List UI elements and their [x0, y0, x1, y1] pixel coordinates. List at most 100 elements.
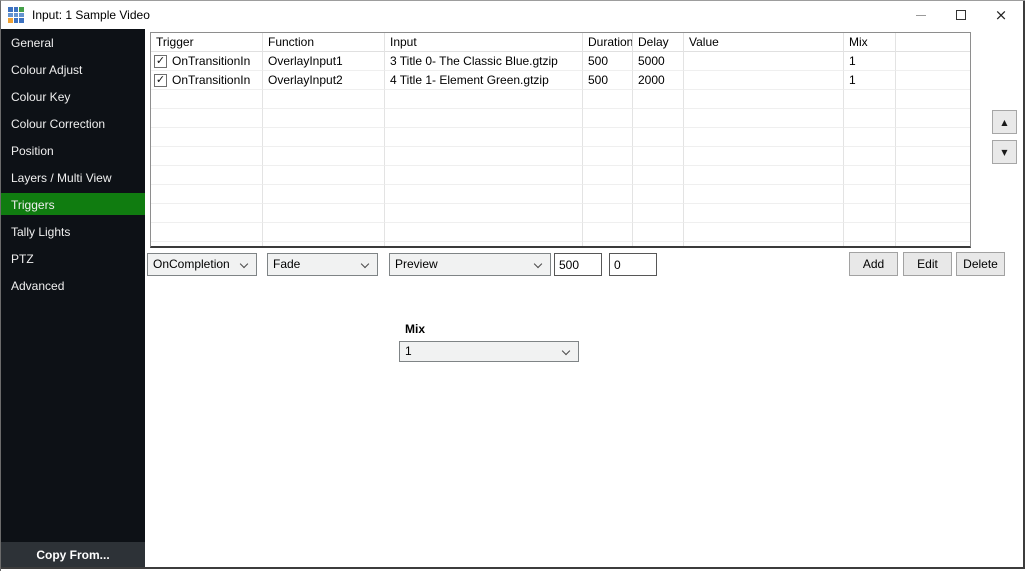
table-cell: [385, 185, 583, 204]
minimize-button: [901, 1, 941, 29]
column-header: Mix: [844, 33, 896, 52]
table-cell: [844, 242, 896, 248]
trigger-checkbox[interactable]: ✓: [154, 74, 167, 87]
table-row-empty[interactable]: [151, 204, 970, 223]
function-select-value: Fade: [273, 257, 300, 271]
trigger-checkbox[interactable]: ✓: [154, 55, 167, 68]
table-cell: [633, 242, 684, 248]
table-cell: [633, 147, 684, 166]
sidebar-item-colour-correction[interactable]: Colour Correction: [1, 110, 145, 137]
sidebar-item-colour-key[interactable]: Colour Key: [1, 83, 145, 110]
table-row-empty[interactable]: [151, 166, 970, 185]
edit-button[interactable]: Edit: [903, 252, 952, 276]
column-header: Input: [385, 33, 583, 52]
sidebar-item-advanced[interactable]: Advanced: [1, 272, 145, 299]
chevron-down-icon: [534, 260, 542, 268]
table-cell: [583, 147, 633, 166]
down-arrow-icon: ▼: [1001, 148, 1007, 157]
window-bottom-border: [1, 567, 1025, 569]
table-cell: [583, 166, 633, 185]
table-cell: ✓ OnTransitionIn: [151, 52, 263, 71]
table-cell: [583, 185, 633, 204]
table-cell: [151, 128, 263, 147]
close-button[interactable]: ×: [981, 1, 1021, 29]
function-select[interactable]: Fade: [267, 253, 378, 276]
table-cell: [684, 223, 844, 242]
sidebar-item-label: Colour Adjust: [11, 63, 82, 77]
table-cell: [896, 71, 970, 90]
sidebar-item-colour-adjust[interactable]: Colour Adjust: [1, 56, 145, 83]
table-cell: [263, 90, 385, 109]
column-header: [896, 33, 970, 52]
table-cell: [583, 90, 633, 109]
table-cell: [896, 242, 970, 248]
table-row-empty[interactable]: [151, 128, 970, 147]
table-cell: [844, 223, 896, 242]
table-cell: [385, 223, 583, 242]
trigger-select-value: OnCompletion: [153, 257, 230, 271]
table-cell: 4 Title 1- Element Green.gtzip: [385, 71, 583, 90]
sidebar-item-layers-multi-view[interactable]: Layers / Multi View: [1, 164, 145, 191]
table-cell: [263, 242, 385, 248]
table-cell: [151, 185, 263, 204]
maximize-icon: [956, 10, 966, 20]
sidebar-item-label: Triggers: [11, 198, 55, 212]
column-header: Duration: [583, 33, 633, 52]
edit-button-label: Edit: [917, 257, 938, 271]
table-row-empty[interactable]: [151, 185, 970, 204]
input-select[interactable]: Preview: [389, 253, 551, 276]
sidebar-item-label: Position: [11, 144, 54, 158]
table-header: TriggerFunctionInputDurationDelayValueMi…: [151, 33, 970, 52]
table-cell: [844, 147, 896, 166]
table-cell: [263, 128, 385, 147]
sidebar-item-general[interactable]: General: [1, 29, 145, 56]
column-header: Trigger: [151, 33, 263, 52]
trigger-select[interactable]: OnCompletion: [147, 253, 257, 276]
table-cell: [684, 52, 844, 71]
table-cell: [896, 90, 970, 109]
copy-from-button[interactable]: Copy From...: [1, 542, 145, 568]
sidebar-item-label: Colour Key: [11, 90, 70, 104]
table-cell: 1: [844, 52, 896, 71]
table-row-empty[interactable]: [151, 147, 970, 166]
table-cell: [633, 128, 684, 147]
table-row-empty[interactable]: [151, 90, 970, 109]
table-cell: [633, 109, 684, 128]
app-icon: [8, 7, 24, 23]
duration-input[interactable]: [554, 253, 602, 276]
table-row-empty[interactable]: [151, 223, 970, 242]
mix-select[interactable]: 1: [399, 341, 579, 362]
move-down-button[interactable]: ▼: [992, 140, 1017, 164]
table-cell: [896, 204, 970, 223]
table-cell: [263, 223, 385, 242]
table-row-empty[interactable]: [151, 242, 970, 248]
table-cell: [684, 90, 844, 109]
sidebar-item-position[interactable]: Position: [1, 137, 145, 164]
sidebar-item-ptz[interactable]: PTZ: [1, 245, 145, 272]
table-row[interactable]: ✓OnTransitionInOverlayInput13 Title 0- T…: [151, 52, 970, 71]
titlebar: Input: 1 Sample Video ×: [1, 1, 1025, 29]
sidebar-item-triggers[interactable]: Triggers: [1, 191, 145, 218]
table-cell: [684, 128, 844, 147]
table-row-empty[interactable]: [151, 109, 970, 128]
input-select-value: Preview: [395, 257, 438, 271]
up-arrow-icon: ▲: [1001, 118, 1007, 127]
table-cell: [263, 185, 385, 204]
table-cell: [633, 185, 684, 204]
table-cell: ✓OnTransitionIn: [151, 71, 263, 90]
table-cell: [151, 109, 263, 128]
input-settings-window: Input: 1 Sample Video × General Colour Ad…: [0, 0, 1025, 571]
table-cell: [151, 223, 263, 242]
add-button[interactable]: Add: [849, 252, 898, 276]
maximize-button[interactable]: [941, 1, 981, 29]
table-row[interactable]: ✓OnTransitionInOverlayInput24 Title 1- E…: [151, 71, 970, 90]
sidebar-item-tally-lights[interactable]: Tally Lights: [1, 218, 145, 245]
trigger-cell-label: OnTransitionIn: [172, 54, 250, 68]
sidebar: General Colour Adjust Colour Key Colour Cor…: [1, 29, 145, 542]
table-cell: 500: [583, 52, 633, 71]
table-cell: [263, 204, 385, 223]
table-cell: [896, 147, 970, 166]
delete-button[interactable]: Delete: [956, 252, 1005, 276]
move-up-button[interactable]: ▲: [992, 110, 1017, 134]
delay-input[interactable]: [609, 253, 657, 276]
